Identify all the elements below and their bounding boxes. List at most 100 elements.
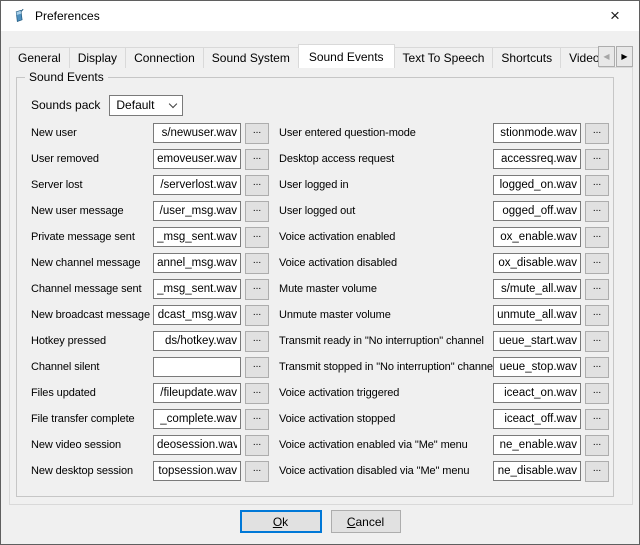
sound-file-input[interactable] [153,461,241,481]
browse-button[interactable]: ... [585,279,609,300]
sound-file-input[interactable] [493,175,581,195]
browse-button[interactable]: ... [245,201,269,222]
sound-file-input[interactable] [153,357,241,377]
browse-button[interactable]: ... [245,175,269,196]
sound-file-input[interactable] [153,123,241,143]
sounds-pack-row: Sounds pack Default [31,94,613,116]
browse-button[interactable]: ... [585,253,609,274]
browse-button[interactable]: ... [585,383,609,404]
sound-event-label: Mute master volume [279,283,493,295]
sound-file-input[interactable] [153,201,241,221]
sound-event-label: Unmute master volume [279,309,493,321]
browse-button[interactable]: ... [585,435,609,456]
browse-button[interactable]: ... [245,461,269,482]
sound-event-row: Voice activation enabled... [279,224,611,250]
browse-button[interactable]: ... [245,409,269,430]
event-columns: New user...User removed...Server lost...… [31,120,613,484]
tab-display[interactable]: Display [69,47,126,68]
browse-button[interactable]: ... [585,409,609,430]
tab-video[interactable]: Video [560,47,599,68]
ok-button[interactable]: Ok [240,510,322,533]
sound-file-input[interactable] [153,175,241,195]
browse-button[interactable]: ... [585,227,609,248]
browse-button[interactable]: ... [585,123,609,144]
browse-button[interactable]: ... [245,357,269,378]
event-column-left: New user...User removed...Server lost...… [31,120,269,484]
browse-button[interactable]: ... [585,305,609,326]
sound-event-row: Hotkey pressed... [31,328,269,354]
sound-event-row: New channel message... [31,250,269,276]
sound-file-input[interactable] [153,149,241,169]
browse-button[interactable]: ... [245,149,269,170]
sound-event-row: Voice activation stopped... [279,406,611,432]
sound-file-input[interactable] [493,435,581,455]
sound-file-input[interactable] [153,227,241,247]
browse-button[interactable]: ... [245,253,269,274]
sound-event-row: Channel message sent... [31,276,269,302]
tab-scroll-left-icon: ◀ [598,46,615,67]
sound-file-input[interactable] [493,409,581,429]
sound-event-label: Voice activation disabled via "Me" menu [279,465,493,477]
sound-file-input[interactable] [493,331,581,351]
sound-event-row: New video session... [31,432,269,458]
browse-button[interactable]: ... [585,461,609,482]
sound-file-input[interactable] [493,227,581,247]
browse-button[interactable]: ... [245,279,269,300]
tab-scroll-right-icon[interactable]: ▶ [616,46,633,67]
sound-event-label: Desktop access request [279,153,493,165]
browse-button[interactable]: ... [585,149,609,170]
browse-button[interactable]: ... [585,175,609,196]
sound-file-input[interactable] [493,123,581,143]
browse-button[interactable]: ... [245,383,269,404]
sound-event-label: File transfer complete [31,413,153,425]
browse-button[interactable]: ... [245,331,269,352]
sound-event-row: File transfer complete... [31,406,269,432]
browse-button[interactable]: ... [585,357,609,378]
tab-shortcuts[interactable]: Shortcuts [492,47,561,68]
sound-event-label: Transmit ready in "No interruption" chan… [279,335,493,347]
tab-sound-system[interactable]: Sound System [203,47,299,68]
sound-file-input[interactable] [493,149,581,169]
sound-event-row: Private message sent... [31,224,269,250]
cancel-button[interactable]: Cancel [331,510,401,533]
sound-file-input[interactable] [153,279,241,299]
sound-file-input[interactable] [493,279,581,299]
sound-event-label: User entered question-mode [279,127,493,139]
sound-event-label: Voice activation enabled [279,231,493,243]
browse-button[interactable]: ... [585,331,609,352]
sound-event-row: User removed... [31,146,269,172]
sound-file-input[interactable] [153,253,241,273]
sound-file-input[interactable] [153,409,241,429]
browse-button[interactable]: ... [245,435,269,456]
sound-file-input[interactable] [493,253,581,273]
sound-file-input[interactable] [493,305,581,325]
tab-scrollers: ◀ ▶ [597,46,633,67]
browse-button[interactable]: ... [245,227,269,248]
sound-file-input[interactable] [153,331,241,351]
sounds-pack-select[interactable]: Default [109,95,183,116]
sound-file-input[interactable] [493,383,581,403]
sound-file-input[interactable] [153,305,241,325]
sound-event-label: Hotkey pressed [31,335,153,347]
browse-button[interactable]: ... [245,305,269,326]
sound-file-input[interactable] [153,383,241,403]
close-icon[interactable]: × [599,1,631,31]
tab-text-to-speech[interactable]: Text To Speech [394,47,494,68]
sound-file-input[interactable] [493,461,581,481]
app-icon [11,8,27,24]
tab-general[interactable]: General [9,47,70,68]
sound-file-input[interactable] [493,201,581,221]
tab-sound-events[interactable]: Sound Events [298,44,395,68]
tab-connection[interactable]: Connection [125,47,204,68]
sound-event-label: New user [31,127,153,139]
browse-button[interactable]: ... [585,201,609,222]
sound-event-label: User removed [31,153,153,165]
sound-event-row: Unmute master volume... [279,302,611,328]
sound-file-input[interactable] [153,435,241,455]
sound-event-label: Channel message sent [31,283,153,295]
sound-file-input[interactable] [493,357,581,377]
tab-strip: GeneralDisplayConnectionSound SystemSoun… [9,44,599,68]
browse-button[interactable]: ... [245,123,269,144]
titlebar: Preferences × [1,1,639,31]
sound-event-row: Voice activation triggered... [279,380,611,406]
